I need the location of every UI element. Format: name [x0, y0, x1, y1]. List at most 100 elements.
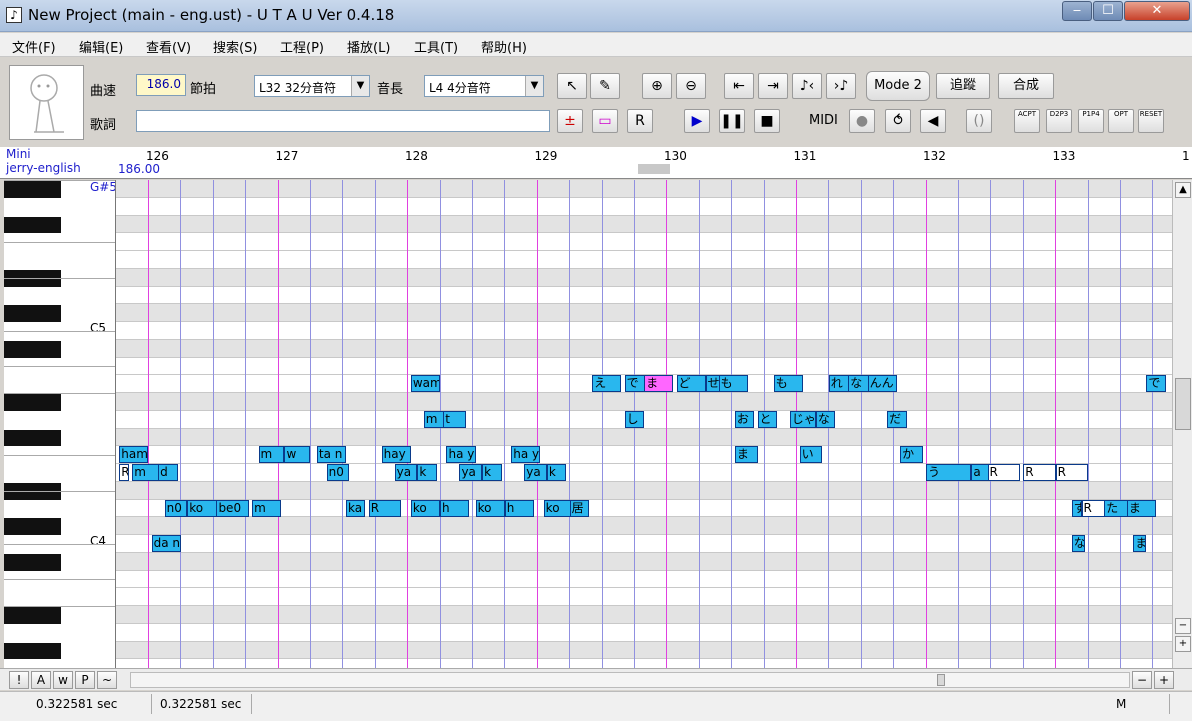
insert-rest-button[interactable]: ▭ [592, 109, 618, 133]
lyric-input[interactable] [136, 110, 550, 132]
note-block[interactable]: す [1071, 499, 1082, 517]
mode-button[interactable]: Mode 2 [866, 71, 930, 101]
pointer-tool-button[interactable]: ↖ [557, 73, 587, 99]
ruler-scroll-thumb[interactable] [638, 164, 670, 174]
note-block[interactable]: ya [459, 464, 483, 481]
black-key[interactable] [4, 607, 61, 624]
note-block[interactable]: ま [734, 446, 758, 464]
measure-ruler[interactable]: Mini jerry-english 126 127 128 129 130 131 132… [0, 147, 1192, 179]
note-block[interactable]: R [1055, 464, 1088, 481]
bottom-button-bang[interactable]: ! [9, 671, 29, 689]
note-block[interactable]: じゃ [789, 410, 816, 428]
note-block[interactable]: d [158, 464, 178, 481]
black-key[interactable] [4, 429, 61, 447]
black-key[interactable] [4, 305, 61, 322]
note-block[interactable]: ま [1133, 535, 1147, 552]
length-select[interactable]: L4 4分音符 ▼ [424, 75, 544, 97]
zoom-in-button[interactable]: ⊕ [642, 73, 672, 99]
note-block[interactable]: で [1146, 375, 1166, 393]
note-block[interactable]: し [624, 410, 645, 428]
scroll-up-button[interactable]: ▲ [1175, 182, 1191, 198]
note-block[interactable]: ま [1126, 499, 1157, 517]
black-key[interactable] [4, 394, 61, 411]
note-block[interactable]: hay [381, 446, 411, 464]
menu-help[interactable]: 帮助(H) [481, 37, 527, 56]
note-block[interactable]: k [482, 464, 502, 481]
close-button[interactable]: ✕ [1124, 1, 1190, 21]
black-key[interactable] [4, 642, 61, 660]
note-block[interactable]: う [926, 464, 972, 481]
minimize-button[interactable]: ‒ [1062, 1, 1092, 21]
zoom-out-button[interactable]: ⊖ [676, 73, 706, 99]
note-block[interactable]: ko [410, 499, 440, 517]
stop-button[interactable]: ■ [754, 109, 780, 133]
note-block[interactable]: be0 [216, 499, 249, 517]
note-block[interactable]: ど [676, 375, 706, 393]
zoom-v-plus-button[interactable]: + [1175, 636, 1191, 652]
play-button[interactable]: ▶ [684, 109, 710, 133]
note-block[interactable]: ko [475, 499, 505, 517]
menu-project[interactable]: 工程(P) [280, 37, 324, 56]
bottom-button-w[interactable]: w [53, 671, 73, 689]
note-block[interactable]: ko [543, 499, 573, 517]
note-block[interactable]: wam [410, 375, 440, 393]
note-block[interactable]: m [132, 464, 162, 481]
zoom-v-minus-button[interactable]: − [1175, 618, 1191, 634]
note-block[interactable]: h [440, 499, 470, 517]
note-block[interactable]: k [417, 464, 437, 481]
piano-roll-grid[interactable]: wam えでまどせももれなんんで m t しおとじゃなだ ham m w ta n hay ha y… [116, 180, 1172, 668]
pencil-tool-button[interactable]: ✎ [590, 73, 620, 99]
zoom-h-minus-button[interactable]: − [1132, 671, 1152, 689]
note-block[interactable]: も [773, 375, 803, 393]
midi-loop-button[interactable]: ⥀ [885, 109, 911, 133]
note-block[interactable]: h [504, 499, 534, 517]
horizontal-scrollbar[interactable] [130, 672, 1130, 688]
insert-note-button[interactable]: ± [557, 109, 583, 133]
tempo-input[interactable]: 186.0 [136, 74, 186, 96]
note-block[interactable]: も [718, 375, 748, 393]
midi-speaker-button[interactable]: ◀ [920, 109, 946, 133]
jump-end-button[interactable]: ⇥ [758, 73, 788, 99]
midi-record-button[interactable]: ● [849, 109, 875, 133]
black-key[interactable] [4, 518, 61, 535]
note-block[interactable]: ya [394, 464, 418, 481]
bottom-button-p[interactable]: P [75, 671, 95, 689]
note-block[interactable]: R [987, 464, 1020, 481]
quantize-select[interactable]: L32 32分音符 ▼ [254, 75, 370, 97]
menu-search[interactable]: 搜索(S) [213, 37, 257, 56]
note-block[interactable]: m [258, 446, 285, 464]
piano-keyboard[interactable]: G#5 C5 C4 [4, 180, 116, 668]
note-block[interactable]: ha y [511, 446, 541, 464]
note-block[interactable]: ham [119, 446, 149, 464]
jump-start-button[interactable]: ⇤ [724, 73, 754, 99]
bottom-button-tilde[interactable]: ~ [97, 671, 117, 689]
note-block[interactable]: ko [187, 499, 220, 517]
envelope-reset-button[interactable]: RESET [1138, 109, 1164, 133]
note-block[interactable]: R [1023, 464, 1056, 481]
insert-r-button[interactable]: R [627, 109, 653, 133]
widen-notes-button[interactable]: ›♪ [826, 73, 856, 99]
zoom-h-plus-button[interactable]: + [1154, 671, 1174, 689]
note-block[interactable]: な [1071, 535, 1085, 552]
note-block[interactable]: だ [887, 410, 907, 428]
envelope-d2p3-button[interactable]: D2P3 [1046, 109, 1072, 133]
note-block[interactable]: え [592, 375, 622, 393]
black-key[interactable] [4, 340, 61, 358]
note-block[interactable]: ka [346, 499, 366, 517]
render-button[interactable]: 合成 [998, 73, 1054, 99]
note-block[interactable]: お [734, 410, 755, 428]
menu-edit[interactable]: 编辑(E) [79, 37, 123, 56]
note-block[interactable]: ta n [316, 446, 347, 464]
note-block[interactable]: m [252, 499, 282, 517]
narrow-notes-button[interactable]: ♪‹ [792, 73, 822, 99]
black-key[interactable] [4, 553, 61, 571]
note-block[interactable]: ya [524, 464, 547, 481]
note-block[interactable]: ha y [446, 446, 476, 464]
envelope-opt-button[interactable]: OPT [1108, 109, 1134, 133]
vertical-scrollbar[interactable]: ▲ − + [1172, 180, 1192, 668]
black-key[interactable] [4, 181, 61, 198]
note-block[interactable]: と [757, 410, 777, 428]
menu-file[interactable]: 文件(F) [12, 37, 56, 56]
note-block[interactable]: w [284, 446, 311, 464]
vertical-scroll-thumb[interactable] [1175, 378, 1191, 430]
